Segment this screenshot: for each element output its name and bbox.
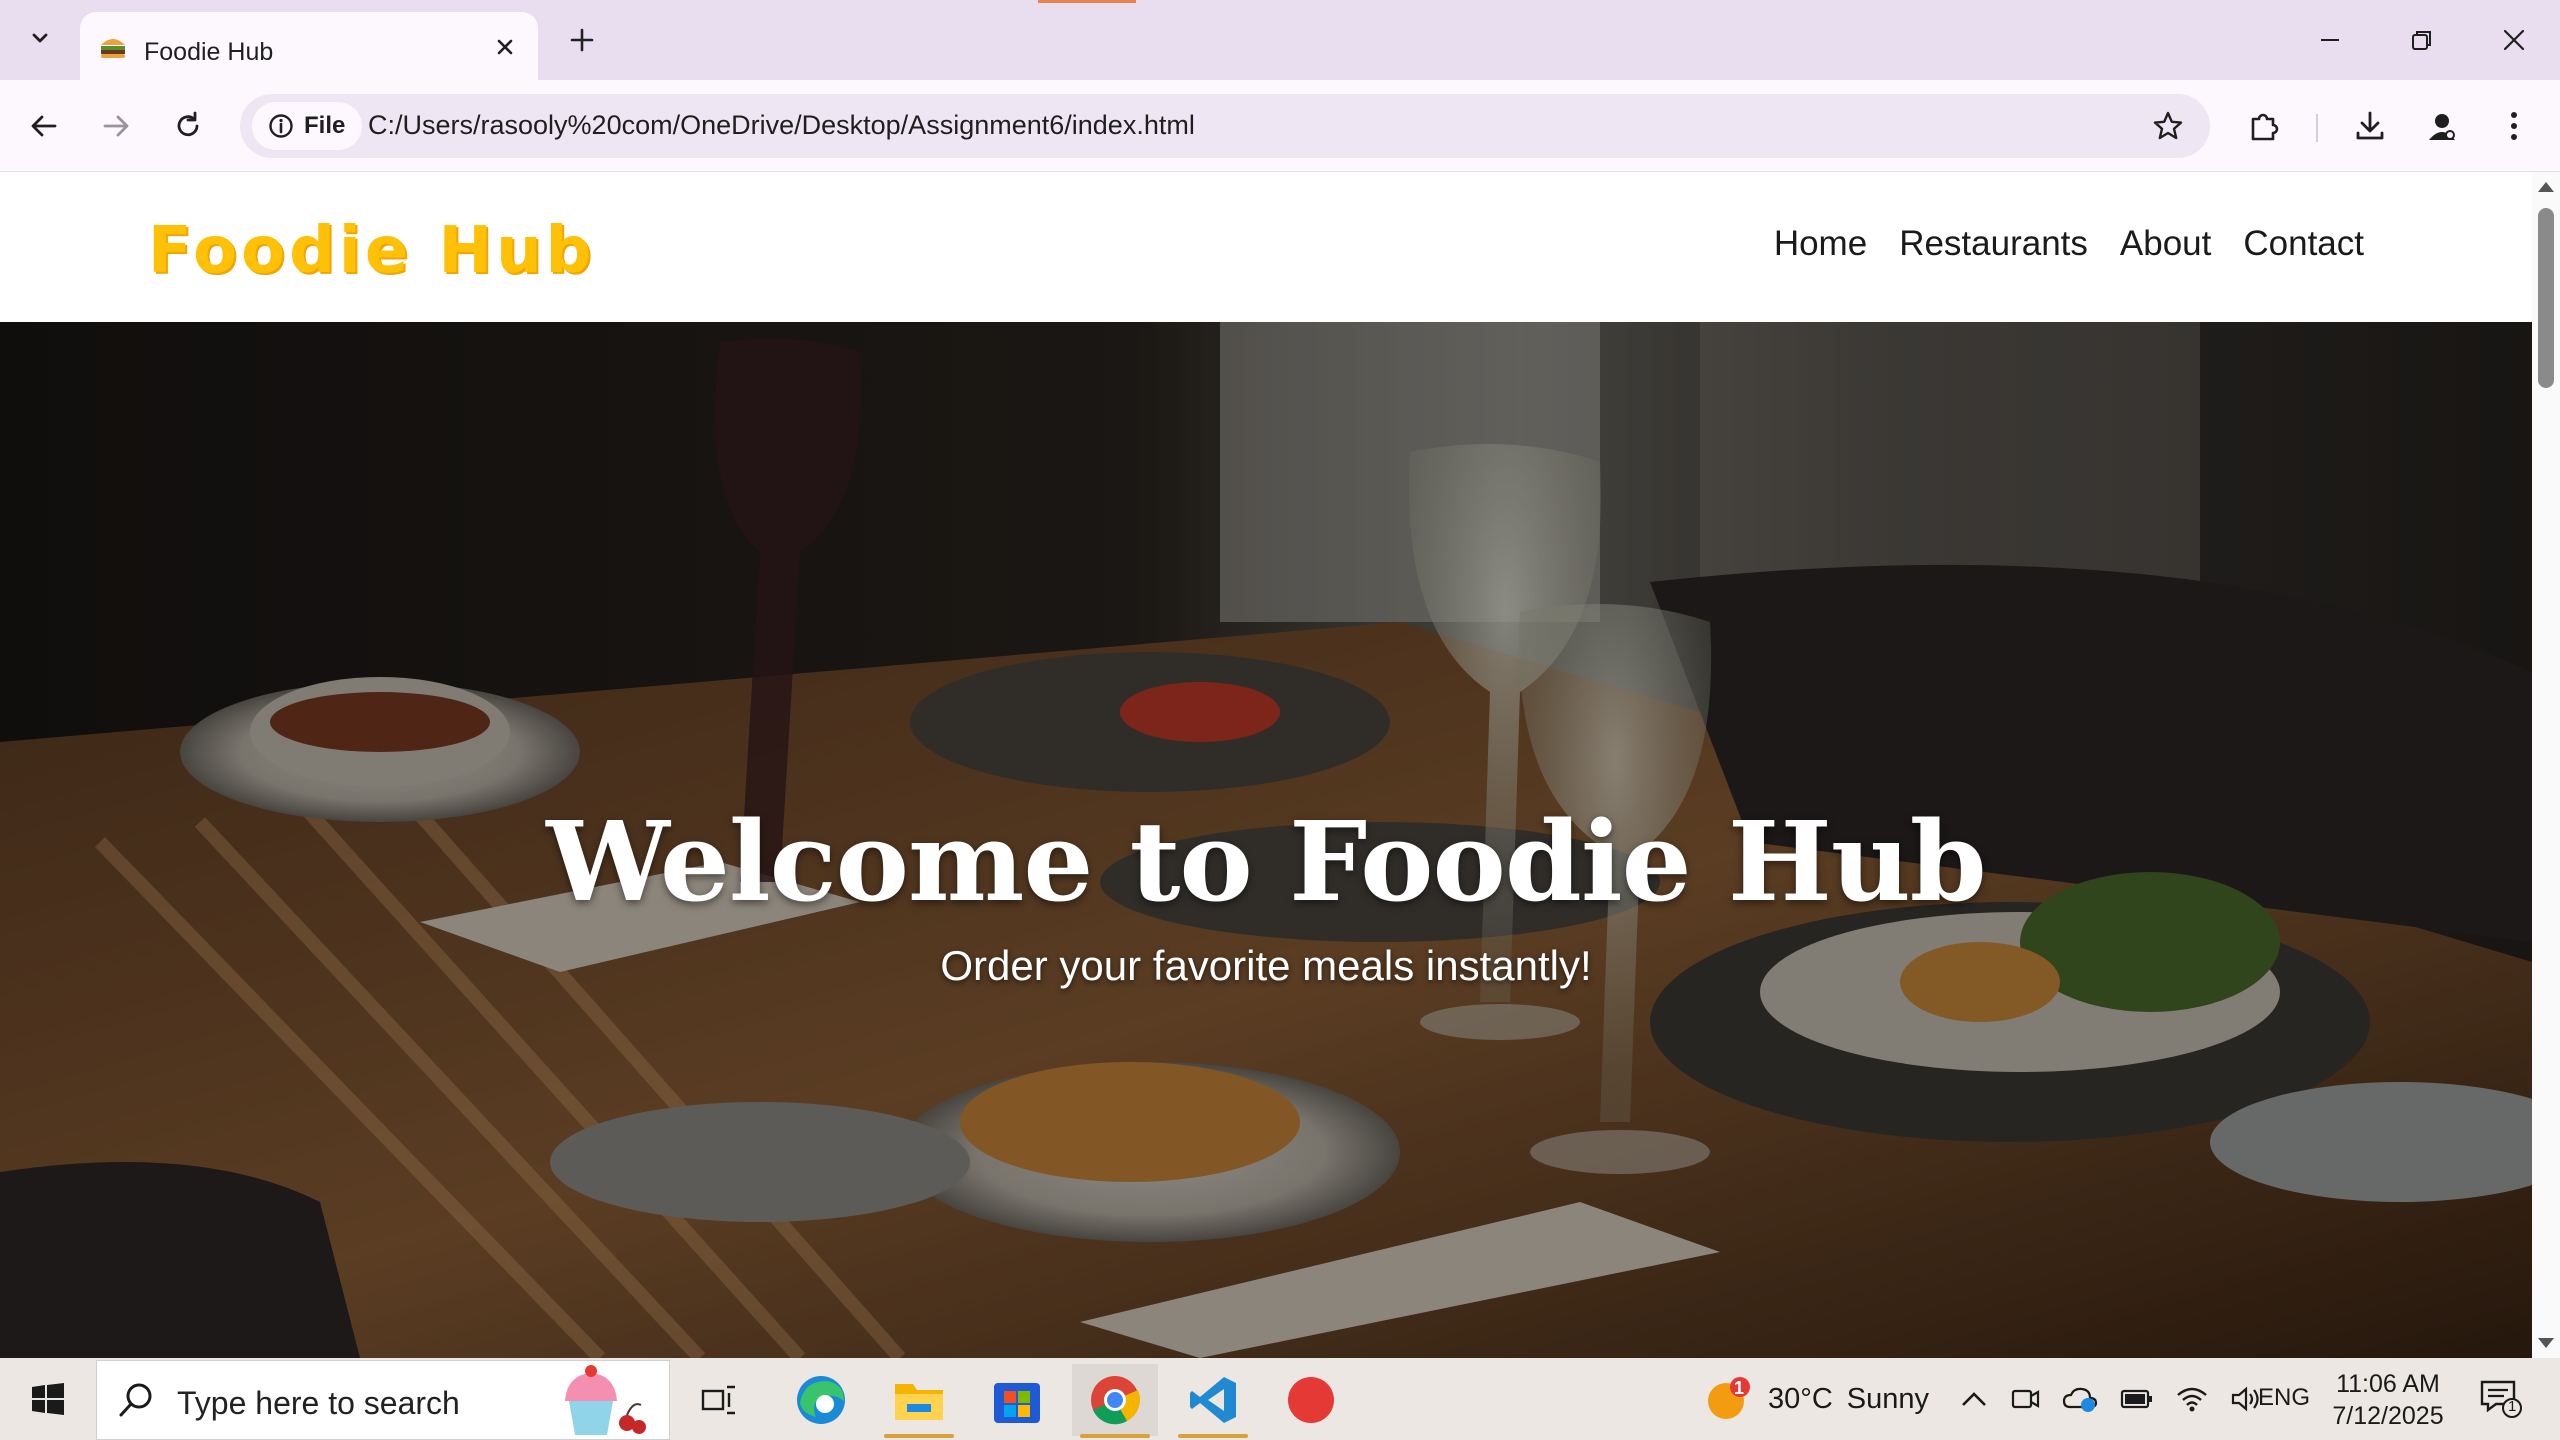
browser-toolbar: File C:/Users/rasooly%20com/OneDrive/Des… bbox=[0, 80, 2560, 172]
address-bar[interactable]: File C:/Users/rasooly%20com/OneDrive/Des… bbox=[240, 94, 2210, 158]
more-vertical-icon bbox=[2511, 112, 2517, 140]
folder-icon bbox=[895, 1384, 943, 1420]
taskbar-search-placeholder: Type here to search bbox=[177, 1385, 460, 1421]
restore-button[interactable] bbox=[2376, 0, 2468, 80]
info-icon bbox=[269, 114, 293, 138]
puzzle-icon bbox=[2251, 113, 2279, 141]
clock-time: 11:06 AM bbox=[2336, 1370, 2440, 1398]
scroll-up-arrow[interactable] bbox=[2538, 182, 2554, 192]
tab-title: Foodie Hub bbox=[144, 38, 274, 66]
chrome-app-button[interactable] bbox=[1072, 1364, 1158, 1438]
url-text[interactable]: C:/Users/rasooly%20com/OneDrive/Desktop/… bbox=[368, 110, 1195, 141]
downloads-button[interactable] bbox=[2346, 102, 2394, 150]
wifi-icon[interactable] bbox=[2176, 1385, 2208, 1413]
chevron-down-icon bbox=[32, 33, 48, 43]
arrow-right-icon bbox=[103, 115, 129, 137]
edge-icon bbox=[797, 1376, 845, 1424]
site-logo[interactable]: Foodie Hub bbox=[148, 214, 595, 288]
file-explorer-button[interactable] bbox=[876, 1364, 962, 1438]
extensions-button[interactable] bbox=[2240, 102, 2288, 150]
burger-favicon-icon bbox=[101, 39, 125, 58]
weather-condition: Sunny bbox=[1846, 1382, 1930, 1415]
close-icon bbox=[2503, 29, 2525, 51]
minimize-button[interactable] bbox=[2284, 0, 2376, 80]
cupcake-icon bbox=[565, 1365, 646, 1435]
bookmark-button[interactable] bbox=[2144, 102, 2192, 150]
battery-icon[interactable] bbox=[2120, 1388, 2154, 1410]
menu-button[interactable] bbox=[2490, 102, 2538, 150]
taskbar-clock[interactable]: 11:06 AM 7/12/2025 bbox=[2318, 1368, 2458, 1432]
site-header: Foodie Hub Home Restaurants About Contac… bbox=[0, 172, 2532, 322]
nav-link-restaurants[interactable]: Restaurants bbox=[1899, 224, 2088, 264]
new-tab-button[interactable] bbox=[562, 20, 602, 60]
notification-count: 1 bbox=[2508, 1398, 2517, 1415]
input-language[interactable]: ENG bbox=[2258, 1384, 2310, 1412]
notification-center-button[interactable]: 1 bbox=[2478, 1378, 2528, 1424]
profile-button[interactable] bbox=[2418, 102, 2466, 150]
restore-icon bbox=[2412, 31, 2431, 50]
active-app-indicator bbox=[1080, 1434, 1150, 1438]
browser-tabstrip: Foodie Hub bbox=[0, 0, 2560, 80]
onedrive-icon[interactable] bbox=[2062, 1385, 2098, 1413]
chrome-icon bbox=[1091, 1376, 1141, 1425]
vscode-icon bbox=[1190, 1377, 1236, 1423]
windows-logo-icon bbox=[32, 1383, 64, 1415]
scroll-down-arrow[interactable] bbox=[2538, 1338, 2554, 1348]
star-icon bbox=[2153, 111, 2183, 140]
arrow-left-icon bbox=[31, 115, 57, 137]
avatar-icon bbox=[2429, 114, 2455, 140]
weather-temp: 30°C bbox=[1768, 1382, 1833, 1415]
vscode-app-button[interactable] bbox=[1170, 1364, 1256, 1438]
store-app-button[interactable] bbox=[974, 1364, 1060, 1436]
tab-close-button[interactable] bbox=[486, 28, 524, 66]
close-window-button[interactable] bbox=[2468, 0, 2560, 80]
nav-link-home[interactable]: Home bbox=[1774, 224, 1867, 264]
browser-tab[interactable]: Foodie Hub bbox=[80, 12, 538, 80]
hero-section: Welcome to Foodie Hub Order your favorit… bbox=[0, 322, 2532, 1358]
minimize-icon bbox=[2321, 39, 2339, 41]
hero-subtitle: Order your favorite meals instantly! bbox=[940, 942, 1592, 989]
download-icon bbox=[2356, 111, 2384, 140]
nav-link-about[interactable]: About bbox=[2120, 224, 2211, 264]
site-chip-label: File bbox=[304, 112, 346, 139]
weather-badge: 1 bbox=[1734, 1378, 1745, 1398]
clock-date: 7/12/2025 bbox=[2332, 1402, 2444, 1430]
store-icon bbox=[994, 1383, 1040, 1423]
back-button[interactable] bbox=[20, 102, 68, 150]
record-icon bbox=[1288, 1377, 1334, 1423]
chevron-up-icon[interactable] bbox=[1960, 1389, 1988, 1409]
toolbar-separator bbox=[2316, 114, 2318, 142]
meet-now-icon[interactable] bbox=[2010, 1384, 2040, 1414]
nav-link-contact[interactable]: Contact bbox=[2243, 224, 2364, 264]
reload-button[interactable] bbox=[164, 102, 212, 150]
hero-title: Welcome to Foodie Hub bbox=[546, 797, 1986, 926]
system-tray bbox=[1960, 1358, 2262, 1440]
task-view-icon bbox=[701, 1385, 735, 1415]
active-app-indicator bbox=[1178, 1434, 1248, 1438]
page-scrollbar[interactable] bbox=[2532, 172, 2560, 1358]
start-button[interactable] bbox=[20, 1374, 76, 1424]
close-icon bbox=[497, 39, 513, 55]
site-nav: Home Restaurants About Contact bbox=[1774, 224, 2364, 264]
record-app-button[interactable] bbox=[1268, 1364, 1354, 1436]
taskbar-search[interactable]: Type here to search bbox=[96, 1360, 670, 1440]
sun-icon bbox=[1708, 1377, 1750, 1419]
tab-highlight bbox=[1038, 0, 1136, 3]
task-view-button[interactable] bbox=[676, 1364, 762, 1436]
windows-taskbar: Type here to search 1 30°C Sunny ENG 11:… bbox=[0, 1358, 2560, 1440]
forward-button[interactable] bbox=[92, 102, 140, 150]
tab-search-button[interactable] bbox=[18, 16, 62, 60]
plus-icon bbox=[570, 28, 594, 52]
search-icon bbox=[119, 1383, 152, 1417]
active-app-indicator bbox=[884, 1434, 954, 1438]
weather-widget[interactable]: 1 30°C Sunny bbox=[1704, 1358, 1929, 1440]
reload-icon bbox=[177, 111, 199, 137]
edge-app-button[interactable] bbox=[778, 1364, 864, 1436]
page-viewport: Foodie Hub Home Restaurants About Contac… bbox=[0, 172, 2532, 1358]
scroll-thumb[interactable] bbox=[2538, 208, 2554, 388]
